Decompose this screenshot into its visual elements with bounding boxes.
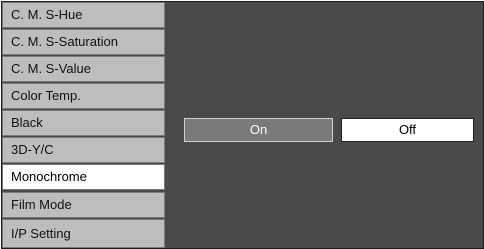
off-button[interactable]: Off <box>341 118 474 142</box>
menu-item-film-mode[interactable]: Film Mode <box>2 192 165 218</box>
menu-item-cms-value[interactable]: C. M. S-Value <box>2 56 165 82</box>
menu-item-ip-setting[interactable]: I/P Setting <box>2 219 165 248</box>
menu-item-cms-saturation[interactable]: C. M. S-Saturation <box>2 29 165 55</box>
on-button[interactable]: On <box>184 118 333 142</box>
settings-menu: C. M. S-Hue C. M. S-Saturation C. M. S-V… <box>2 2 167 248</box>
settings-screen: C. M. S-Hue C. M. S-Saturation C. M. S-V… <box>1 1 484 249</box>
menu-item-black[interactable]: Black <box>2 110 165 136</box>
menu-item-monochrome[interactable]: Monochrome <box>2 164 165 190</box>
menu-item-3d-yc[interactable]: 3D-Y/C <box>2 137 165 163</box>
menu-item-color-temp[interactable]: Color Temp. <box>2 83 165 109</box>
menu-item-cms-hue[interactable]: C. M. S-Hue <box>2 2 165 28</box>
